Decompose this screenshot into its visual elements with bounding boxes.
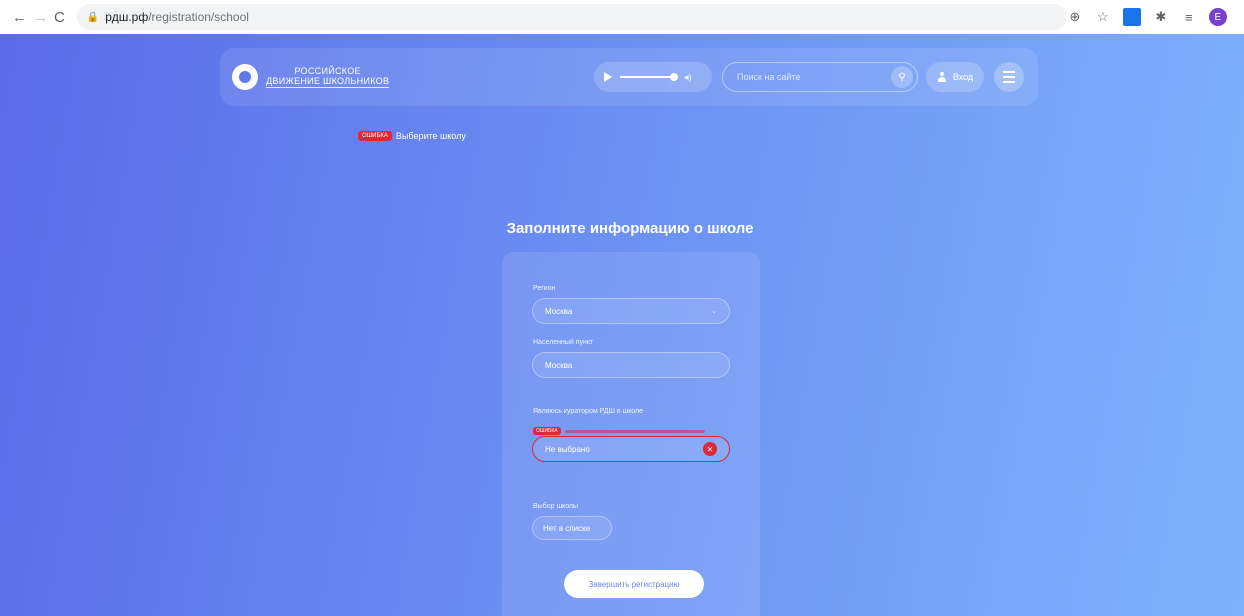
locality-input[interactable]: Москва (532, 352, 730, 378)
region-value: Москва (545, 306, 573, 316)
curator-label: Являюсь куратором РДШ в школе (533, 408, 644, 415)
error-text: Выберите школу (395, 131, 466, 141)
forward-arrow-icon[interactable]: → (33, 7, 48, 27)
audio-player[interactable]: ◂) (594, 62, 712, 92)
logo-text: РОССИЙСКОЕ ДВИЖЕНИЕ ШКОЛЬНИКОВ (266, 66, 390, 88)
login-label: Вход (952, 72, 974, 82)
curator-error-text (564, 429, 705, 433)
error-badge: ошибка (358, 131, 392, 141)
logo-line-1: РОССИЙСКОЕ (294, 66, 361, 76)
error-message: ошибка Выберите школу (358, 131, 466, 141)
reading-list-icon[interactable]: ≡ (1181, 9, 1197, 25)
curator-error-badge: ошибка (533, 427, 561, 435)
extension-document-icon[interactable] (1122, 8, 1141, 26)
user-icon (937, 72, 947, 82)
page-title: Заполните информацию о школе (506, 220, 754, 237)
school-label: Выбор школы (533, 503, 579, 510)
hamburger-menu-icon[interactable] (994, 62, 1024, 92)
locality-value: Москва (545, 360, 573, 370)
error-icon: ✕ (703, 442, 717, 456)
search-icon[interactable]: ⚲ (891, 66, 913, 88)
reload-icon[interactable]: C (54, 7, 65, 27)
audio-progress-slider[interactable] (620, 73, 678, 81)
logo-line-2: ДВИЖЕНИЕ ШКОЛЬНИКОВ (266, 76, 390, 88)
site-search: ⚲ (722, 62, 918, 92)
site-logo[interactable]: РОССИЙСКОЕ ДВИЖЕНИЕ ШКОЛЬНИКОВ (232, 64, 390, 90)
profile-avatar[interactable]: E (1208, 8, 1227, 26)
browser-menu-icon[interactable]: ⋮ (1239, 9, 1244, 25)
bookmark-star-icon[interactable]: ☆ (1095, 9, 1111, 25)
chevron-down-icon: ⌄ (711, 308, 717, 315)
curator-value: Не выбрано (545, 444, 590, 454)
curator-select[interactable]: Не выбрано ✕ (532, 436, 730, 462)
lock-icon: 🔒 (86, 11, 100, 23)
locality-label: Населенный пункт (533, 339, 594, 346)
school-select[interactable]: Нет в списке (532, 516, 612, 540)
logo-emblem-icon (232, 64, 258, 90)
region-label: Регион (533, 285, 556, 292)
zoom-icon[interactable]: ⊕ (1067, 9, 1083, 25)
play-icon[interactable] (604, 72, 612, 82)
back-arrow-icon[interactable]: ← (12, 7, 27, 27)
url-host: рдш.рф (105, 10, 149, 24)
curator-error: ошибка (533, 427, 705, 435)
extensions-puzzle-icon[interactable]: ✱ (1153, 9, 1169, 25)
browser-toolbar: ← → C 🔒 рдш.рф /registration/school ⊕ ☆ … (0, 0, 1244, 34)
url-path: /registration/school (148, 10, 249, 24)
address-bar[interactable]: 🔒 рдш.рф /registration/school (76, 4, 1067, 30)
school-form-card: Регион Москва ⌄ Населенный пункт Москва … (502, 252, 760, 616)
search-input[interactable] (737, 72, 891, 82)
region-select[interactable]: Москва ⌄ (532, 298, 730, 324)
login-button[interactable]: Вход (926, 62, 984, 92)
volume-icon[interactable]: ◂) (684, 72, 692, 83)
school-value: Нет в списке (543, 523, 591, 533)
site-header: РОССИЙСКОЕ ДВИЖЕНИЕ ШКОЛЬНИКОВ ◂) ⚲ Вход (220, 48, 1038, 106)
finish-registration-button[interactable]: Завершить регистрацию (564, 570, 704, 598)
page-background: РОССИЙСКОЕ ДВИЖЕНИЕ ШКОЛЬНИКОВ ◂) ⚲ Вход… (0, 34, 1244, 616)
